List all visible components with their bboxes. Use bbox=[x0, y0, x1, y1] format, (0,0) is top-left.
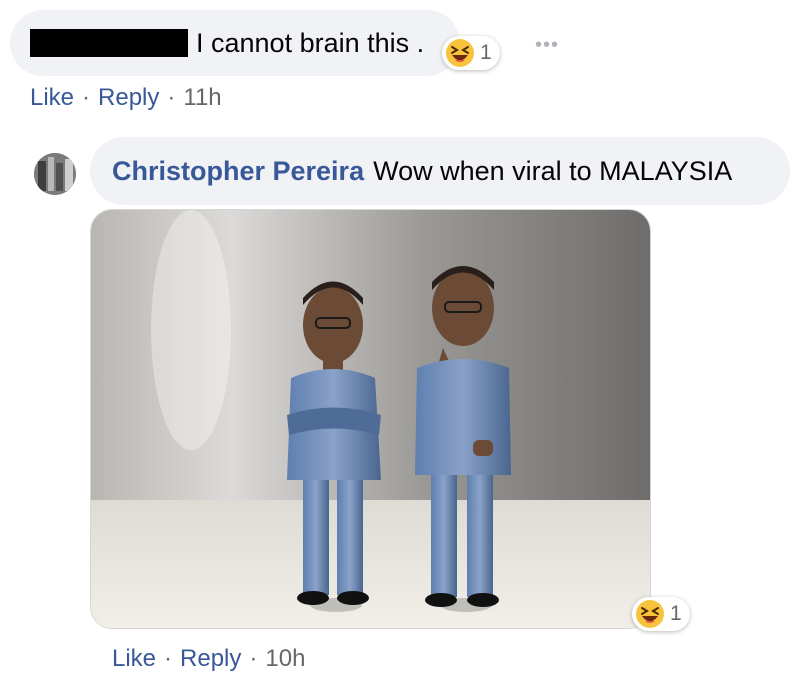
laughing-emoji-icon bbox=[636, 600, 664, 628]
reply-link[interactable]: Reply bbox=[98, 84, 159, 112]
reply-link[interactable]: Reply bbox=[180, 645, 241, 673]
comment-photo[interactable] bbox=[90, 209, 651, 629]
separator-dot: · bbox=[82, 84, 91, 111]
comment-text: I cannot brain this . bbox=[196, 27, 425, 58]
separator-dot: · bbox=[164, 645, 173, 672]
author-name[interactable]: Christopher Pereira bbox=[112, 156, 364, 187]
comment-bubble: Christopher Pereira Wow when viral to MA… bbox=[90, 137, 790, 205]
more-options-icon[interactable]: ••• bbox=[535, 35, 559, 55]
reaction-count: 1 bbox=[670, 602, 682, 625]
reaction-count: 1 bbox=[480, 41, 492, 64]
timestamp[interactable]: 11h bbox=[183, 84, 221, 112]
comment-actions: Like · Reply · 11h bbox=[30, 84, 222, 112]
bobblehead-figurines-image bbox=[91, 210, 650, 628]
avatar[interactable] bbox=[34, 153, 76, 195]
comment-text: Wow when viral to MALAYSIA bbox=[373, 155, 733, 186]
reaction-count-pill[interactable]: 1 bbox=[442, 36, 500, 70]
reaction-count-pill[interactable]: 1 bbox=[632, 597, 690, 631]
separator-dot: · bbox=[167, 84, 176, 111]
like-link[interactable]: Like bbox=[30, 84, 74, 112]
separator-dot: · bbox=[249, 645, 258, 672]
comment-actions: Like · Reply · 10h bbox=[112, 645, 305, 673]
comment-bubble: I cannot brain this . bbox=[10, 10, 460, 76]
like-link[interactable]: Like bbox=[112, 645, 156, 673]
redacted-author-name bbox=[30, 29, 188, 57]
laughing-emoji-icon bbox=[446, 39, 474, 67]
timestamp[interactable]: 10h bbox=[265, 645, 305, 673]
